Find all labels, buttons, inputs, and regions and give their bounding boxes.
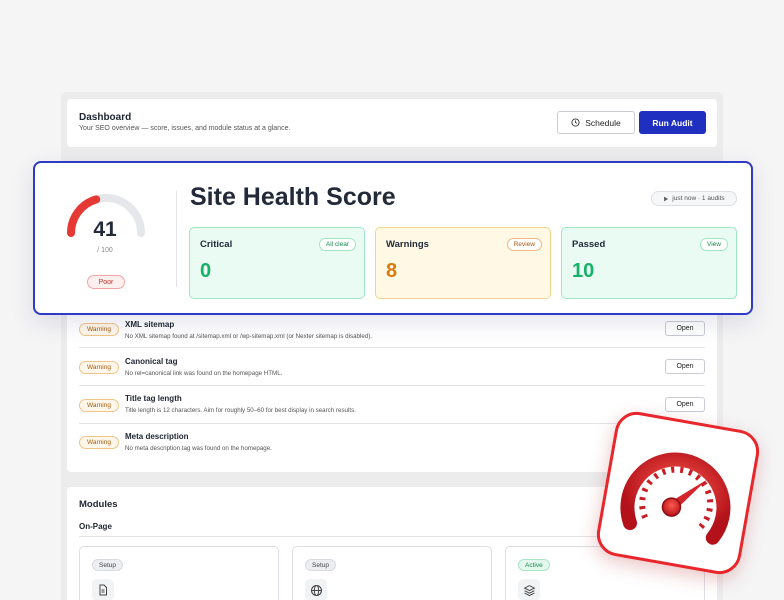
stat-value: 8 xyxy=(386,260,398,282)
warning-badge: Warning xyxy=(79,361,119,374)
score-max: / 100 xyxy=(97,247,113,254)
status-badge: Setup xyxy=(92,559,123,571)
warnings-stat-card: Warnings 8 Review xyxy=(375,227,551,299)
layers-icon xyxy=(518,579,540,600)
issue-row: Warning XML sitemap No XML sitemap found… xyxy=(79,318,705,356)
open-button[interactable]: Open xyxy=(665,321,705,336)
issue-title: Meta description xyxy=(125,432,189,441)
module-card[interactable]: Setup xyxy=(79,546,279,600)
module-card[interactable]: Setup xyxy=(292,546,492,600)
score-title: Site Health Score xyxy=(190,183,396,211)
warning-badge: Warning xyxy=(79,323,119,336)
speedometer-icon xyxy=(593,408,763,578)
warning-badge: Warning xyxy=(79,399,119,412)
modules-title: Modules xyxy=(79,499,118,510)
status-badge: Active xyxy=(518,559,550,571)
issue-title: Canonical tag xyxy=(125,357,178,366)
open-button[interactable]: Open xyxy=(665,359,705,374)
stat-value: 10 xyxy=(572,260,595,282)
view-pill[interactable]: View xyxy=(700,238,728,251)
divider xyxy=(79,385,705,386)
issue-description: No XML sitemap found at /sitemap.xml or … xyxy=(125,333,373,340)
page-title: Dashboard xyxy=(79,112,132,123)
issue-row: Warning Title tag length Title length is… xyxy=(79,394,705,432)
clock-icon xyxy=(571,118,580,127)
open-button[interactable]: Open xyxy=(665,397,705,412)
passed-stat-card: Passed 10 View xyxy=(561,227,737,299)
score-value: 41 xyxy=(93,218,117,241)
schedule-label: Schedule xyxy=(585,117,621,128)
divider xyxy=(79,347,705,348)
review-pill[interactable]: Review xyxy=(506,238,542,251)
issue-description: Title length is 12 characters. Aim for r… xyxy=(125,407,356,414)
site-health-score-panel: 41 / 100 Poor Site Health Score just now… xyxy=(33,161,753,315)
audit-meta-badge: just now · 1 audits xyxy=(651,191,737,206)
schedule-button[interactable]: Schedule xyxy=(557,111,635,134)
globe-icon xyxy=(305,579,327,600)
all-clear-pill[interactable]: All clear xyxy=(318,238,356,251)
document-icon xyxy=(92,579,114,600)
issue-title: Title tag length xyxy=(125,394,182,403)
stat-label: Passed xyxy=(572,239,606,250)
stat-value: 0 xyxy=(200,260,212,282)
status-badge: Setup xyxy=(305,559,336,571)
issue-description: No rel=canonical link was found on the h… xyxy=(125,370,283,377)
issue-row: Warning Canonical tag No rel=canonical l… xyxy=(79,356,705,394)
play-icon xyxy=(664,196,669,201)
run-audit-button[interactable]: Run Audit xyxy=(639,111,706,134)
warning-badge: Warning xyxy=(79,436,119,449)
audit-meta-text: just now · 1 audits xyxy=(672,195,725,202)
divider xyxy=(176,191,177,287)
issue-title: XML sitemap xyxy=(125,320,175,329)
divider xyxy=(79,423,705,424)
score-rating-badge: Poor xyxy=(87,275,125,289)
dashboard-header: Dashboard Your SEO overview — score, iss… xyxy=(67,99,717,147)
issue-description: No meta description tag was found on the… xyxy=(125,445,272,452)
modules-section-title: On-Page xyxy=(79,522,112,531)
page-subtitle: Your SEO overview — score, issues, and m… xyxy=(79,125,291,132)
stat-label: Critical xyxy=(200,239,233,250)
stat-label: Warnings xyxy=(386,239,429,250)
critical-stat-card: Critical 0 All clear xyxy=(189,227,365,299)
